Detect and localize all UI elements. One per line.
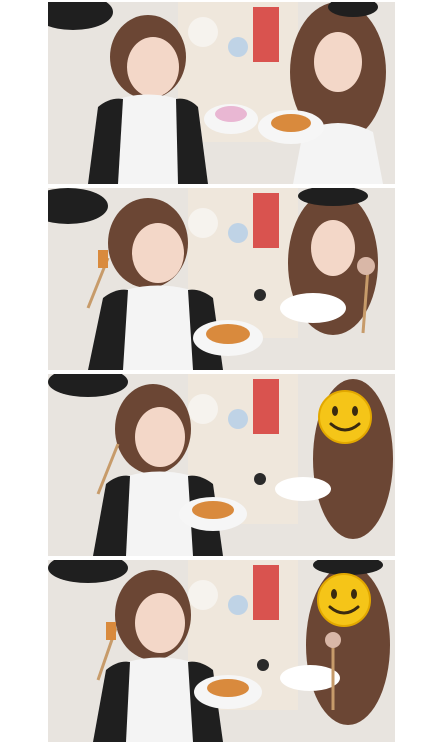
teddy-bear [188, 394, 218, 424]
photo-panel-3 [48, 374, 395, 556]
microphone [257, 659, 269, 671]
red-drawers [253, 193, 279, 248]
panel-3-illustration [48, 374, 395, 556]
smiley-emoji-cover [317, 573, 371, 627]
clock [228, 595, 248, 615]
red-drawers [253, 7, 279, 62]
teddy-bear [188, 17, 218, 47]
face-right [311, 220, 355, 276]
face-left [135, 593, 185, 653]
photo-panel-2 [48, 188, 395, 370]
red-drawers [253, 379, 279, 434]
teddy-bear [188, 208, 218, 238]
teddy-bear [188, 580, 218, 610]
plate-right [275, 477, 331, 501]
photo-panel-4 [48, 560, 395, 742]
plate-right [280, 293, 346, 323]
photo-panel-1 [48, 2, 395, 184]
face-left [127, 37, 179, 97]
face-left [132, 223, 184, 283]
panel-2-illustration [48, 188, 395, 370]
clock [228, 409, 248, 429]
microphone [254, 473, 266, 485]
microphone [254, 289, 266, 301]
red-drawers [253, 565, 279, 620]
smiley-emoji-cover [318, 390, 372, 444]
plate-right [280, 665, 340, 691]
clock [228, 223, 248, 243]
panel-4-illustration [48, 560, 395, 742]
face-right [314, 32, 362, 92]
face-left [135, 407, 185, 467]
clock [228, 37, 248, 57]
panel-1-illustration [48, 2, 395, 184]
